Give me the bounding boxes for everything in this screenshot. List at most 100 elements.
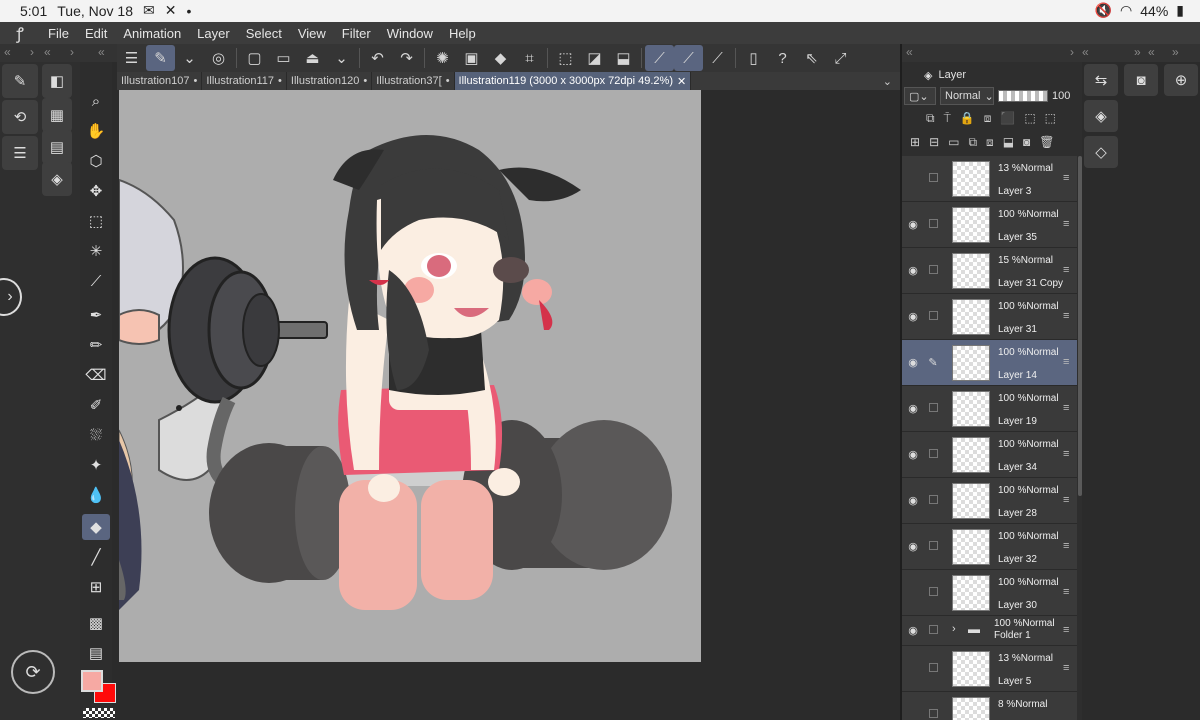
layer-select-checkbox[interactable] (929, 311, 938, 320)
redo-icon[interactable]: ↷ (392, 45, 421, 71)
layer-color-select[interactable]: ▢⌄ (904, 87, 936, 105)
edge-side-button[interactable]: › (0, 278, 22, 316)
main-color-swatch[interactable] (81, 670, 103, 692)
material-icon[interactable]: ◙ (1124, 64, 1158, 96)
layer-row[interactable]: 8 %Normal (902, 692, 1077, 720)
expand-folder-icon[interactable]: › (952, 623, 956, 635)
fill-bucket-icon[interactable]: ◆ (82, 514, 110, 540)
layer-menu-icon[interactable]: ≡ (1063, 356, 1069, 368)
mask-enable-icon[interactable]: ⬛ (1000, 111, 1015, 125)
layer-menu-icon[interactable]: ≡ (1063, 218, 1069, 230)
rotate-canvas-button[interactable]: ⟳ (11, 650, 55, 694)
layer-menu-icon[interactable]: ≡ (1063, 310, 1069, 322)
decoration-icon[interactable]: ✦ (82, 452, 110, 478)
hamburger-icon[interactable]: ☰ (117, 45, 146, 71)
menu-filter[interactable]: Filter (334, 26, 379, 41)
layer-row[interactable]: ◉ 100 %Normal Layer 31 ≡ (902, 294, 1077, 340)
close-icon[interactable]: • (278, 75, 282, 87)
transform-icon[interactable]: ▣ (457, 45, 486, 71)
menu-layer[interactable]: Layer (189, 26, 238, 41)
eye-icon[interactable]: ◉ (907, 402, 919, 415)
layer-menu-icon[interactable]: ≡ (1063, 624, 1069, 636)
layer-row[interactable]: ◉ 100 %Normal Layer 28 ≡ (902, 478, 1077, 524)
layer-row[interactable]: 100 %Normal Layer 30 ≡ (902, 570, 1077, 616)
sub-tool-detail-icon[interactable]: ⊕ (1164, 64, 1198, 96)
undo-icon[interactable]: ↶ (363, 45, 392, 71)
app-logo-icon[interactable]: ꝭ (0, 22, 40, 44)
layer-row[interactable]: ◉ 15 %Normal Layer 31 Copy ≡ (902, 248, 1077, 294)
layer-select-checkbox[interactable] (929, 403, 938, 412)
snap-ruler-icon[interactable]: ⟋ (645, 45, 674, 71)
new-folder-icon[interactable]: ▭ (948, 135, 959, 149)
layer-select-checkbox[interactable] (929, 709, 938, 718)
airbrush-icon[interactable]: ⛆ (82, 422, 110, 448)
save-icon[interactable]: ⏏ (298, 45, 327, 71)
collapse-left-icon-5[interactable]: « (1082, 45, 1089, 59)
operation-icon[interactable]: ⬡ (82, 148, 110, 174)
collapse-left-icon-3[interactable]: « (98, 45, 105, 59)
layer-menu-icon[interactable]: ≡ (1063, 662, 1069, 674)
tab-illustration120[interactable]: Illustration120 • (287, 72, 373, 90)
line-icon[interactable]: ╱ (82, 544, 110, 570)
layer-row[interactable]: ◉ 100 %Normal Layer 34 ≡ (902, 432, 1077, 478)
clear-icon[interactable]: ⬚ (551, 45, 580, 71)
ruler-show-icon[interactable]: ⬚ (1024, 111, 1035, 125)
tab-illustration107[interactable]: Illustration107 • (117, 72, 203, 90)
layer-menu-icon[interactable]: ≡ (1063, 540, 1069, 552)
lock-icon[interactable]: 🔒 (960, 111, 975, 125)
combine-icon[interactable]: ⬓ (1003, 135, 1014, 149)
close-icon[interactable]: ✕ (677, 75, 686, 88)
layer-select-checkbox[interactable] (929, 449, 938, 458)
eye-icon[interactable]: ◉ (907, 624, 919, 637)
new-raster-layer-icon[interactable]: ⊞ (910, 135, 920, 149)
blend-icon[interactable]: 💧 (82, 482, 110, 508)
expand-icon[interactable]: ⤢ (826, 45, 855, 71)
layer-row[interactable]: ◉ 100 %Normal Layer 32 ≡ (902, 524, 1077, 570)
tab-illustration37[interactable]: Illustration37[• (372, 72, 455, 90)
chevron-down-icon[interactable]: ⌄ (175, 45, 204, 71)
pen-icon[interactable]: ✒ (82, 302, 110, 328)
snap-special-ruler-icon[interactable]: ⟋ (674, 45, 703, 71)
eye-icon[interactable]: ◉ (907, 218, 919, 231)
layer-row[interactable]: ◉ 100 %Normal Layer 19 ≡ (902, 386, 1077, 432)
collapse-left-icon-6[interactable]: « (1148, 45, 1155, 59)
layer-menu-icon[interactable]: ≡ (1063, 586, 1069, 598)
hand-icon[interactable]: ✋ (82, 118, 110, 144)
eye-icon[interactable]: ◉ (907, 310, 919, 323)
eyedropper-icon[interactable]: ⟋ (82, 268, 110, 294)
eye-icon[interactable]: ◉ (907, 264, 919, 277)
layer-select-checkbox[interactable] (929, 495, 938, 504)
tab-illustration119[interactable]: Illustration119 (3000 x 3000px 72dpi 49.… (454, 72, 692, 90)
opacity-slider[interactable] (998, 90, 1048, 102)
layer-edit-icon[interactable]: ✎ (146, 45, 175, 71)
visibility-off-icon[interactable] (907, 172, 919, 184)
tab-illustration117[interactable]: Illustration117 • (202, 72, 287, 90)
eye-icon[interactable]: ◉ (907, 540, 919, 553)
layer-property-icon[interactable]: ◧ (42, 64, 72, 98)
transparent-color-swatch[interactable] (83, 708, 115, 718)
layer-menu-icon[interactable]: ≡ (1063, 264, 1069, 276)
move-icon[interactable]: ✥ (82, 178, 110, 204)
eye-icon[interactable]: ◉ (907, 356, 919, 369)
menu-select[interactable]: Select (238, 26, 290, 41)
eye-icon[interactable]: ◉ (907, 494, 919, 507)
help-icon[interactable]: ? (768, 45, 797, 71)
layer-menu-icon[interactable]: ≡ (1063, 172, 1069, 184)
reference-layer-icon[interactable]: ⍑ (944, 111, 951, 126)
eraser-icon[interactable]: ⌫ (82, 362, 110, 388)
tool-property-icon[interactable]: ☰ (2, 136, 38, 170)
selection-icon[interactable]: ⬚ (82, 208, 110, 234)
pencil-icon[interactable]: ✏ (82, 332, 110, 358)
drawing-canvas[interactable] (119, 90, 701, 662)
menu-animation[interactable]: Animation (115, 26, 189, 41)
trash-icon[interactable]: 🗑 (1039, 135, 1054, 149)
copy-layer-icon[interactable]: ⧉ (968, 135, 977, 150)
invert-selection-icon[interactable]: ⬓ (609, 45, 638, 71)
brush-size-icon[interactable]: ✎ (2, 64, 38, 98)
layer-row[interactable]: 13 %Normal Layer 5 ≡ (902, 646, 1077, 692)
close-icon[interactable]: • (194, 75, 198, 87)
eye-icon[interactable]: ◉ (907, 448, 919, 461)
record-icon[interactable]: ◎ (204, 45, 233, 71)
layer-select-checkbox[interactable] (929, 625, 938, 634)
collapse-left-icon-2[interactable]: « (44, 45, 51, 59)
